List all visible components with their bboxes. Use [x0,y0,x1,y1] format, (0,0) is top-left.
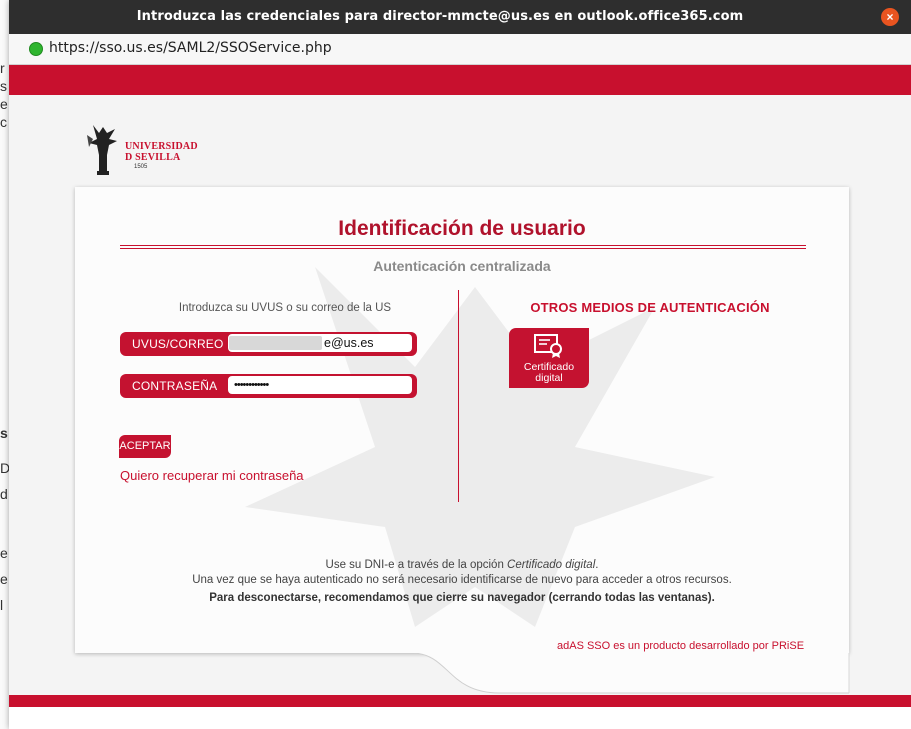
other-methods-heading: OTROS MEDIOS DE AUTENTICACIÓN [530,300,770,315]
address-bar-url: https://sso.us.es/SAML2/SSOService.php [49,40,332,56]
username-field: UVUS/CORREO e@us.es [120,332,417,356]
certificate-button-label: Certificado digital [509,362,589,384]
login-card: Identificación de usuario Autenticación … [75,187,849,653]
password-input[interactable]: •••••••••••• [227,375,413,395]
login-popup-window: Introduzca las credenciales para directo… [9,0,911,729]
main-area: Identificación de usuario Autenticación … [9,187,911,695]
close-icon[interactable]: × [881,8,899,26]
background-text: l [0,597,4,613]
recover-password-link[interactable]: Quiero recuperar mi contraseña [120,468,304,483]
login-instructions: Introduzca su UVUS o su correo de la US [178,302,392,314]
background-text: s [0,425,8,441]
footer-logout-note: Para desconectarse, recomendamos que cie… [209,592,715,604]
submit-button[interactable]: ACEPTAR [119,435,171,458]
bottom-red-band [9,695,911,707]
background-text: r [0,60,5,76]
background-text: d [0,486,8,502]
footer-note-emphasis: Certificado digital [507,559,596,571]
secure-connection-icon [29,42,43,56]
redacted-text [229,336,322,350]
page-title: Identificación de usuario [338,217,586,240]
footer-note-suffix: . [595,559,599,571]
site-header: UNIVERSIDAD D SEVILLA 1505 [9,95,911,187]
footer-credit: adAS SSO es un producto desarrollado por… [557,640,805,652]
footer-dni-note: Use su DNI-e a través de la opción Certi… [75,559,849,571]
window-titlebar[interactable]: Introduzca las credenciales para directo… [9,0,911,34]
title-divider [120,248,806,249]
logo-text-line2: D SEVILLA [125,152,181,163]
window-title: Introduzca las credenciales para directo… [136,9,744,24]
username-label: UVUS/CORREO [132,337,224,351]
username-input[interactable]: e@us.es [227,333,413,353]
title-divider [120,245,806,246]
giralda-emblem-icon [87,125,117,175]
footer-session-note: Una vez que se haya autenticado no será … [192,574,732,586]
address-bar[interactable]: https://sso.us.es/SAML2/SSOService.php [9,34,911,65]
password-field: CONTRASEÑA •••••••••••• [120,374,417,398]
certificate-label-line2: digital [535,372,563,384]
university-logo[interactable]: UNIVERSIDAD D SEVILLA 1505 [79,121,219,177]
background-text: c [0,114,7,130]
logo-text-line1: UNIVERSIDAD [125,141,198,152]
digital-certificate-button[interactable]: Certificado digital [509,328,589,388]
logo-year: 1505 [134,164,148,170]
password-label: CONTRASEÑA [132,379,218,393]
bottom-spacer [9,707,911,729]
page-subtitle: Autenticación centralizada [373,258,551,274]
top-red-band [9,65,911,95]
certificate-icon [534,334,562,358]
footer-note-prefix: Use su DNI-e a través de la opción [325,559,508,571]
username-value: e@us.es [324,336,374,350]
background-text: e [0,571,8,587]
background-text: e [0,96,8,112]
background-text: e [0,545,8,561]
column-divider [458,290,459,502]
card-bottom-tail [75,653,850,694]
background-text: s [0,78,7,94]
